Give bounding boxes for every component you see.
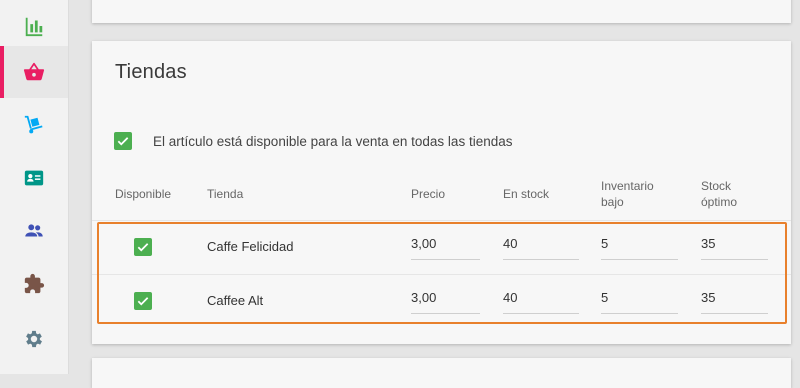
basket-icon — [23, 62, 45, 81]
column-header-in-stock: En stock — [503, 187, 550, 201]
column-header-price: Precio — [411, 187, 446, 201]
column-header-low-stock: Inventario bajo — [601, 179, 654, 209]
sidebar-item-items[interactable] — [0, 46, 68, 98]
available-all-stores-checkbox[interactable] — [114, 132, 132, 150]
sidebar — [0, 0, 69, 374]
check-icon — [117, 137, 129, 146]
available-all-stores-option[interactable]: El artículo está disponible para la vent… — [114, 132, 512, 150]
sidebar-item-customers[interactable] — [0, 205, 68, 257]
column-header-available: Disponible — [115, 187, 172, 201]
gear-icon — [26, 330, 42, 348]
bar-chart-icon — [25, 17, 43, 37]
section-title: Tiendas — [115, 61, 187, 83]
next-section-card — [92, 358, 791, 388]
puzzle-icon — [24, 273, 45, 294]
sidebar-item-inventory[interactable] — [0, 99, 68, 151]
store-rows-highlight — [97, 222, 787, 324]
column-header-store: Tienda — [207, 187, 244, 201]
dolly-icon — [24, 115, 43, 134]
people-icon — [25, 224, 43, 237]
sidebar-item-employees[interactable] — [0, 152, 68, 204]
available-all-stores-label: El artículo está disponible para la vent… — [153, 133, 513, 149]
column-header-optimal-stock: Stock óptimo — [701, 179, 738, 209]
sidebar-item-settings[interactable] — [0, 313, 68, 365]
sidebar-item-integrations[interactable] — [0, 258, 68, 310]
previous-section-card — [92, 0, 791, 23]
id-card-icon — [24, 170, 44, 186]
sidebar-item-reports[interactable] — [0, 0, 68, 52]
